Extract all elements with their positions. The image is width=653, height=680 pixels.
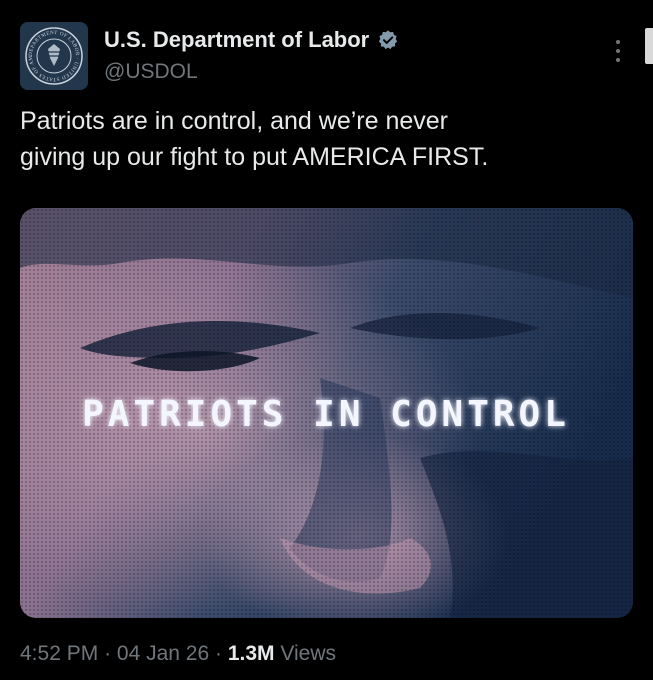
tweet-meta: 4:52 PM · 04 Jan 26 · 1.3M Views (20, 642, 336, 666)
media-artwork: PATRIOTS IN CONTROL (20, 208, 633, 618)
tweet-date[interactable]: 04 Jan 26 (117, 642, 209, 665)
edge-scroll-tab (645, 28, 653, 64)
tweet: DEPARTMENT OF LABOR · UNITED STATES OF A… (0, 0, 653, 680)
department-seal-icon: DEPARTMENT OF LABOR · UNITED STATES OF A… (20, 22, 88, 90)
avatar[interactable]: DEPARTMENT OF LABOR · UNITED STATES OF A… (20, 22, 88, 90)
more-dot (616, 58, 620, 62)
views-label: Views (280, 642, 337, 665)
meta-separator: · (215, 642, 222, 665)
media-image[interactable]: PATRIOTS IN CONTROL (20, 208, 633, 618)
name-row: U.S. Department of Labor (104, 26, 399, 54)
more-dot (616, 40, 620, 44)
views-count: 1.3M (227, 642, 275, 665)
more-dot (616, 49, 620, 53)
verified-badge-icon (377, 29, 399, 51)
display-name[interactable]: U.S. Department of Labor (104, 27, 369, 53)
tweet-text: Patriots are in control, and we’re never… (20, 107, 489, 171)
media-overlay-text: PATRIOTS IN CONTROL (82, 394, 570, 435)
tweet-time[interactable]: 4:52 PM (20, 642, 98, 665)
meta-separator: · (104, 642, 112, 665)
account-handle[interactable]: @USDOL (104, 60, 198, 84)
more-options-icon[interactable] (608, 36, 628, 66)
